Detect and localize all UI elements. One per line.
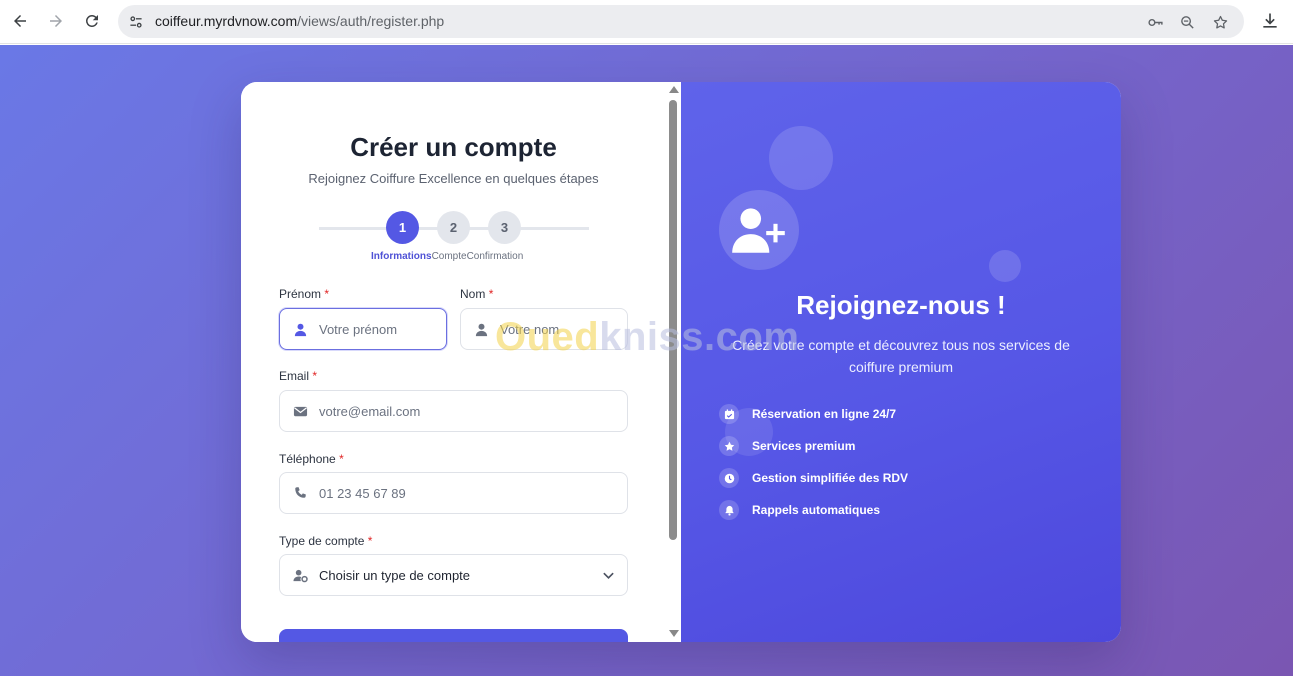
scroll-up-arrow[interactable] — [669, 86, 679, 93]
feature-item: Réservation en ligne 24/7 — [719, 404, 896, 424]
forward-icon — [50, 15, 62, 27]
promo-description: Créez votre compte et découvrez tous nos… — [732, 337, 1070, 375]
promo-panel: Rejoignez-nous ! Créez votre compte et d… — [681, 82, 1121, 642]
key-icon[interactable] — [1144, 11, 1166, 33]
next-step-button[interactable] — [279, 629, 628, 642]
user-plus-icon — [719, 190, 799, 270]
step-2: 2 — [437, 211, 470, 244]
reload-button[interactable] — [79, 8, 105, 34]
scroll-down-arrow[interactable] — [669, 630, 679, 637]
feature-item: Rappels automatiques — [719, 500, 880, 520]
step-3: 3 — [488, 211, 521, 244]
browser-toolbar: coiffeur.myrdvnow.com/views/auth/registe… — [0, 0, 1293, 44]
feature-item: Gestion simplifiée des RDV — [719, 468, 908, 488]
star-icon[interactable] — [1209, 11, 1231, 33]
nom-input[interactable]: Votre nom — [460, 308, 628, 350]
email-input[interactable]: votre@email.com — [279, 390, 628, 432]
chevron-down-icon — [602, 569, 615, 587]
scroll-thumb[interactable] — [669, 100, 677, 540]
feature-item: Services premium — [719, 436, 855, 456]
clock-icon — [719, 468, 739, 488]
type-compte-label: Type de compte * — [279, 534, 373, 548]
prenom-input[interactable]: Votre prénom — [279, 308, 447, 350]
prenom-label: Prénom * — [279, 287, 330, 301]
nom-label: Nom * — [460, 287, 494, 301]
back-button[interactable] — [7, 8, 33, 34]
page-title: Créer un compte — [350, 132, 557, 162]
step-1: 1 — [386, 211, 419, 244]
decor-bubble — [769, 126, 833, 190]
user-cog-icon — [292, 566, 308, 584]
star-icon — [719, 436, 739, 456]
step-label-2: Compte — [431, 251, 467, 262]
address-bar[interactable]: coiffeur.myrdvnow.com/views/auth/registe… — [118, 5, 1244, 38]
zoom-icon[interactable] — [1176, 11, 1198, 33]
step-label-1: Informations — [371, 251, 432, 262]
url-text: coiffeur.myrdvnow.com/views/auth/registe… — [155, 13, 445, 29]
telephone-label: Téléphone * — [279, 452, 344, 466]
forward-button[interactable] — [43, 8, 69, 34]
calendar-icon — [719, 404, 739, 424]
register-card: Créer un compte Rejoignez Coiffure Excel… — [241, 82, 1121, 642]
step-labels: InformationsCompteConfirmation — [371, 251, 523, 262]
email-label: Email * — [279, 369, 318, 383]
user-icon — [473, 320, 489, 338]
site-settings-icon[interactable] — [126, 12, 146, 32]
envelope-icon — [292, 402, 308, 420]
page-background: Créer un compte Rejoignez Coiffure Excel… — [0, 45, 1293, 676]
reload-icon — [85, 14, 98, 27]
telephone-input[interactable]: 01 23 45 67 89 — [279, 472, 628, 514]
download-button[interactable] — [1258, 9, 1282, 33]
form-scrollbar[interactable] — [666, 82, 681, 642]
promo-title: Rejoignez-nous ! — [796, 290, 1006, 320]
form-panel: Créer un compte Rejoignez Coiffure Excel… — [241, 82, 681, 642]
download-icon — [1263, 13, 1277, 28]
decor-bubble — [989, 250, 1021, 282]
page-subtitle: Rejoignez Coiffure Excellence en quelque… — [308, 171, 599, 186]
step-label-3: Confirmation — [466, 251, 524, 262]
type-compte-select[interactable]: Choisir un type de compte — [279, 554, 628, 596]
bell-icon — [719, 500, 739, 520]
user-icon — [292, 320, 308, 338]
phone-icon — [292, 484, 308, 502]
back-icon — [14, 15, 26, 27]
